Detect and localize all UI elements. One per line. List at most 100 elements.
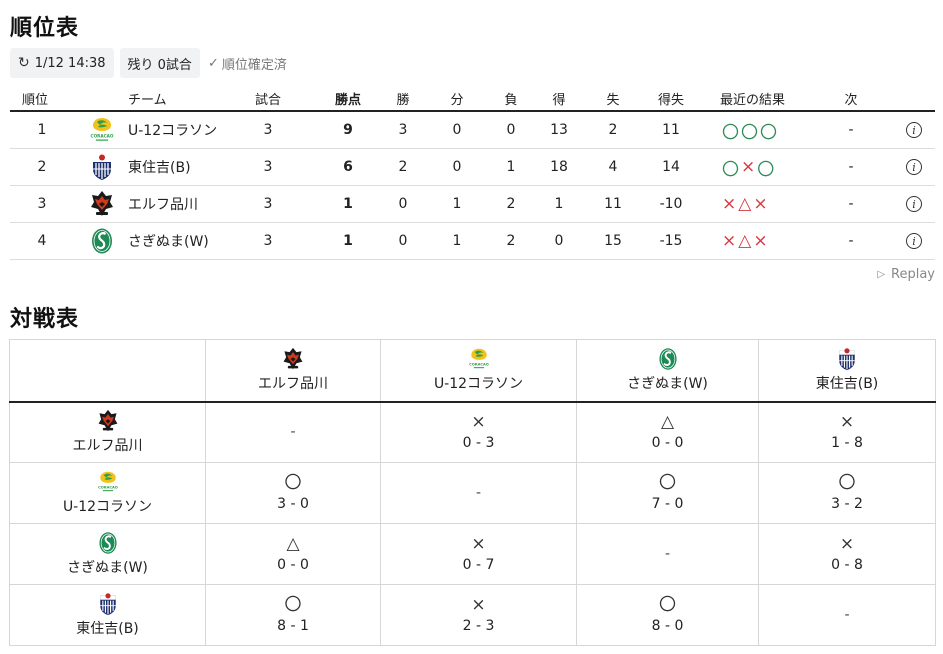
matrix-cell[interactable]: △ 0 - 0 <box>576 401 759 463</box>
matrix-cell[interactable]: 〇 3 - 0 <box>205 462 381 524</box>
cell-win: 0 <box>398 196 408 212</box>
matrix-cell[interactable]: 〇 3 - 2 <box>758 462 936 524</box>
matrix-column-team[interactable]: さぎぬま(W) <box>577 347 758 393</box>
standings-row[interactable]: 1 3 9 3 0 0 13 2 11- U-12コラソン〇〇〇 i <box>10 112 935 149</box>
matrix-cell[interactable]: × 2 - 3 <box>380 584 577 646</box>
cell-rank: 3 <box>37 196 47 212</box>
match-result-mark: 〇 <box>659 595 676 615</box>
refresh-button[interactable]: ↻ 1/12 14:38 <box>10 48 114 78</box>
matrix-row: 東住吉(B) 〇 8 - 1 × 2 - 3 〇 8 - 0 - <box>9 584 936 646</box>
replay-button[interactable]: ▷ Replay <box>877 267 935 282</box>
matrix-column-team[interactable]: エルフ品川 <box>206 347 380 393</box>
cell-rank: 4 <box>37 233 47 249</box>
standings-body: 1 3 9 3 0 0 13 2 11- U-12コラソン〇〇〇 i 2 3 6 2 0 1 18 4 14- 東住吉(… <box>10 112 935 260</box>
matrix-cell[interactable]: × 0 - 8 <box>758 523 936 585</box>
header-goals-for: 得 <box>552 92 566 108</box>
matrix-column-team-name: さぎぬま(W) <box>627 376 708 393</box>
higashisumiyoshi-logo-icon <box>836 347 858 371</box>
matrix-column-team[interactable]: 東住吉(B) <box>759 347 935 393</box>
matrix-cell[interactable]: × 0 - 3 <box>380 401 577 463</box>
self-match-dash: - <box>844 607 850 623</box>
team-name[interactable]: さぎぬま(W) <box>128 223 248 259</box>
result-mark: × <box>753 231 768 251</box>
team-name[interactable]: U-12コラソン <box>128 112 248 148</box>
standings-row[interactable]: 2 3 6 2 0 1 18 4 14 - 東住吉(B) 〇 × 〇 i <box>10 149 935 186</box>
match-result-mark: × <box>471 534 486 554</box>
standings-title: 順位表 <box>10 16 80 41</box>
result-mark: 〇 <box>760 122 777 143</box>
result-mark: △ <box>738 231 752 251</box>
match-score: 7 - 0 <box>651 496 684 512</box>
match-score: 1 - 8 <box>831 435 863 452</box>
matrix-row-team[interactable]: エルフ品川 <box>10 409 205 455</box>
matrix-cell[interactable]: △ 0 - 0 <box>205 523 381 585</box>
cell-next: - <box>848 159 854 175</box>
match-score: 0 - 3 <box>462 435 495 452</box>
matrix-row-header: 東住吉(B) <box>9 584 206 646</box>
elf-logo-icon <box>97 409 119 433</box>
matrix-cell[interactable]: × 0 - 7 <box>380 523 577 585</box>
result-mark: △ <box>738 194 752 214</box>
matrix-cell: - <box>576 523 759 585</box>
match-score: 0 - 0 <box>651 435 684 452</box>
info-button[interactable]: i <box>903 223 925 259</box>
header-goal-diff: 得失 <box>657 92 684 108</box>
matrix-column-header: 東住吉(B) <box>758 339 936 403</box>
matrix-cell[interactable]: × 1 - 8 <box>758 401 936 463</box>
higashisumiyoshi-logo-icon <box>97 592 119 616</box>
elf-logo-icon <box>90 190 114 218</box>
standings-row[interactable]: 4 3 1 0 1 2 0 15 -15 - さぎぬま(W) × △ × i <box>10 223 935 260</box>
coracao-logo-icon <box>97 470 119 494</box>
match-result-mark: 〇 <box>284 595 302 615</box>
matrix-cell[interactable]: 〇 8 - 1 <box>205 584 381 646</box>
saginuma-logo-icon <box>657 347 679 371</box>
header-next: 次 <box>844 92 858 108</box>
header-points: 勝点 <box>334 92 361 108</box>
coracao-logo-icon <box>90 116 114 144</box>
cell-points: 1 <box>343 196 353 212</box>
matrix-row-team[interactable]: 東住吉(B) <box>10 592 205 638</box>
team-name[interactable]: エルフ品川 <box>128 186 248 222</box>
cell-loss: 1 <box>506 159 516 175</box>
match-result-mark: 〇 <box>659 473 676 493</box>
cell-played: 3 <box>263 122 273 138</box>
team-logo <box>86 112 118 148</box>
match-result-mark: 〇 <box>838 473 856 493</box>
matrix-cell[interactable]: 〇 8 - 0 <box>576 584 759 646</box>
result-mark: × <box>722 194 737 214</box>
cell-win: 3 <box>398 122 408 138</box>
matrix-row: エルフ品川 - × 0 - 3 △ 0 - 0 × 1 - 8 <box>9 401 936 463</box>
cell-goal-diff: -10 <box>659 196 683 212</box>
coracao-logo-icon <box>468 347 490 371</box>
result-mark: 〇 <box>722 122 739 143</box>
cell-goal-diff: -15 <box>659 233 683 249</box>
higashisumiyoshi-logo-icon <box>90 153 114 181</box>
cell-goals-against: 2 <box>608 122 618 138</box>
team-name[interactable]: 東住吉(B) <box>128 149 248 185</box>
matrix-corner <box>9 339 206 403</box>
matrix-row-team[interactable]: さぎぬま(W) <box>10 531 205 577</box>
result-mark: 〇 <box>741 122 758 143</box>
cell-goals-for: 13 <box>550 122 568 138</box>
matrix-row: U-12コラソン 〇 3 - 0 - 〇 7 - 0 〇 3 - 2 <box>9 462 936 524</box>
matrix-column-team-name: エルフ品川 <box>258 376 328 393</box>
matrix-column-header: U-12コラソン <box>380 339 577 403</box>
matrix-cell[interactable]: 〇 7 - 0 <box>576 462 759 524</box>
team-logo <box>86 149 118 185</box>
updated-time: 1/12 14:38 <box>34 55 106 71</box>
match-score: 0 - 7 <box>462 557 495 573</box>
standings-table: 順位 チーム 試合 勝点 勝 分 負 得 失 得失 最近の結果 次 139300… <box>10 86 935 260</box>
matrix-column-team[interactable]: U-12コラソン <box>381 347 576 393</box>
cell-goals-for: 0 <box>554 233 564 249</box>
matrix-cell: - <box>380 462 577 524</box>
remaining-badge: 残り 0試合 <box>119 48 200 78</box>
cell-played: 3 <box>263 233 273 249</box>
refresh-icon: ↻ <box>18 55 30 71</box>
info-button[interactable]: i <box>903 112 925 148</box>
info-button[interactable]: i <box>903 149 925 185</box>
standings-row[interactable]: 3 3 1 0 1 2 1 11 -10- エルフ品川 × △ × i <box>10 186 935 223</box>
matrix-row-team[interactable]: U-12コラソン <box>10 470 205 516</box>
info-button[interactable]: i <box>903 186 925 222</box>
info-icon: i <box>906 233 922 249</box>
result-mark: × <box>741 157 756 177</box>
